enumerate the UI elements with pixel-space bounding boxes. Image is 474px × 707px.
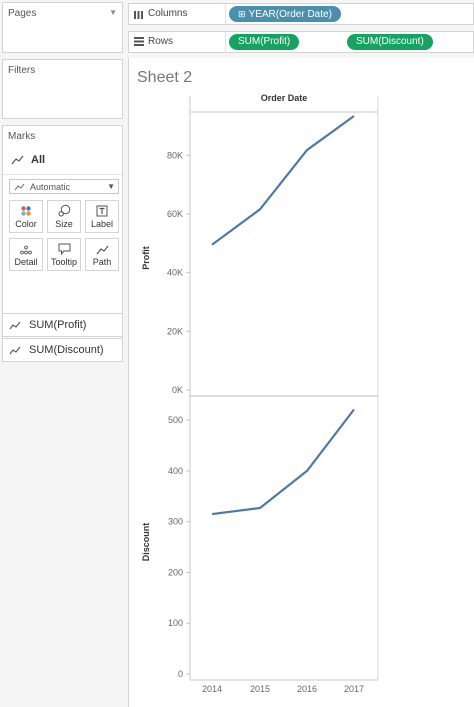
pages-card[interactable]: Pages ▼ <box>2 2 123 53</box>
x-header-label: Order Date <box>261 93 308 103</box>
label-button-label: Label <box>90 219 114 229</box>
columns-shelf-label: Columns <box>148 8 188 19</box>
marks-all-label: All <box>31 154 46 166</box>
y-axis-title: Profit <box>141 246 151 270</box>
rows-icon <box>134 37 144 46</box>
shelf-divider <box>225 32 226 52</box>
path-button[interactable]: Path <box>85 238 119 271</box>
y-tick-label: 100 <box>168 618 183 628</box>
marks-divider <box>3 174 122 175</box>
y-tick-label: 300 <box>168 517 183 527</box>
discount-series-line <box>211 408 355 516</box>
y-tick-label: 200 <box>168 567 183 577</box>
line-mark-icon <box>9 321 21 329</box>
line-chart: Order Date 0K 20K 40K 60K 80K Profit 0 100 200 300… <box>141 93 379 694</box>
columns-icon <box>134 11 143 19</box>
y-tick-label: 80K <box>167 150 183 160</box>
marks-card-discount[interactable]: SUM(Discount) <box>2 338 123 362</box>
size-button-label: Size <box>55 219 73 229</box>
x-tick-label: 2015 <box>250 684 270 694</box>
label-icon <box>96 205 108 217</box>
rows-shelf-label: Rows <box>148 36 174 47</box>
y-tick-label: 500 <box>168 415 183 425</box>
mark-type-value: Automatic <box>30 181 71 192</box>
size-icon <box>58 204 70 217</box>
columns-pill-year-order-date[interactable]: ⊞ YEAR(Order Date) <box>229 6 341 22</box>
y-tick-label: 0K <box>172 385 183 395</box>
tooltip-icon <box>58 243 70 255</box>
marks-title: Marks <box>8 131 36 142</box>
rows-pill-sum-discount[interactable]: SUM(Discount) <box>347 34 433 50</box>
detail-button[interactable]: Detail <box>9 238 43 271</box>
pages-title: Pages <box>8 8 37 19</box>
y-tick-label: 400 <box>168 466 183 476</box>
y-axis-title: Discount <box>141 523 151 562</box>
path-button-label: Path <box>92 257 112 267</box>
mark-type-dropdown[interactable]: Automatic ▼ <box>9 179 119 194</box>
size-button[interactable]: Size <box>47 200 81 233</box>
columns-pill-label: YEAR(Order Date) <box>248 9 332 20</box>
detail-icon <box>20 245 32 255</box>
rows-shelf[interactable]: Rows SUM(Profit) SUM(Discount) <box>128 31 474 53</box>
pages-dropdown-icon[interactable]: ▼ <box>109 8 117 17</box>
shelf-divider <box>225 4 226 24</box>
columns-shelf[interactable]: Columns ⊞ YEAR(Order Date) <box>128 3 474 25</box>
filters-title: Filters <box>8 65 36 76</box>
color-icon <box>21 206 31 216</box>
x-tick-label: 2016 <box>297 684 317 694</box>
line-mark-icon <box>11 155 24 165</box>
marks-card-profit-label: SUM(Profit) <box>29 319 87 331</box>
y-tick-label: 20K <box>167 326 183 336</box>
marks-all-tab[interactable]: All <box>11 154 45 166</box>
tooltip-button-label: Tooltip <box>50 257 77 267</box>
marks-card-profit[interactable]: SUM(Profit) <box>2 313 123 337</box>
color-button[interactable]: Color <box>9 200 43 233</box>
color-button-label: Color <box>15 219 37 229</box>
tooltip-button[interactable]: Tooltip <box>47 238 81 271</box>
filters-card[interactable]: Filters <box>2 59 123 119</box>
label-button[interactable]: Label <box>85 200 119 233</box>
path-icon <box>96 245 108 255</box>
sheet-view: Sheet 2 Order Date 0K 20K 40K 60K 80K Profit 0 1… <box>128 58 474 707</box>
profit-series-line <box>211 115 355 246</box>
expand-icon[interactable]: ⊞ <box>238 9 246 19</box>
rows-pill-sum-profit[interactable]: SUM(Profit) <box>229 34 300 50</box>
line-mark-icon <box>9 346 21 354</box>
chevron-down-icon: ▼ <box>107 182 115 191</box>
y-tick-label: 40K <box>167 268 183 278</box>
x-tick-label: 2014 <box>202 684 222 694</box>
y-tick-label: 60K <box>167 209 183 219</box>
marks-card-discount-label: SUM(Discount) <box>29 344 104 356</box>
y-tick-label: 0 <box>178 669 183 679</box>
line-mark-icon <box>14 183 25 190</box>
detail-button-label: Detail <box>14 257 38 267</box>
x-tick-label: 2017 <box>344 684 364 694</box>
